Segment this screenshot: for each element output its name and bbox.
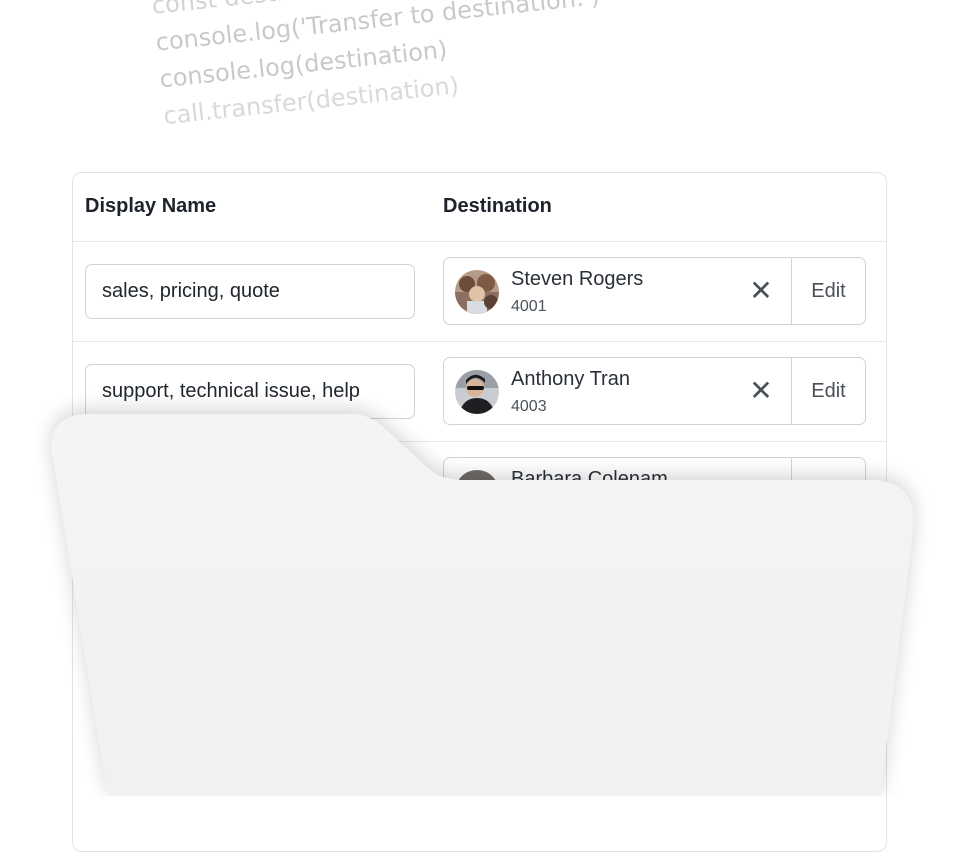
edit-button[interactable]: Edit [791, 458, 865, 524]
destination-name: Steven Rogers [511, 268, 644, 290]
avatar [455, 370, 499, 414]
table-header: Display Name Destination [73, 173, 886, 242]
table-row: support, technical issue, help Anthony T… [73, 342, 886, 442]
destination-picker[interactable]: Barbara Colenam ✕ Edit [443, 457, 866, 525]
table-row: Barbara Colenam ✕ Edit [73, 442, 886, 542]
table-row: sales, pricing, quote Steven Rogers 4001… [73, 242, 886, 342]
keywords-input[interactable]: support, technical issue, help [85, 364, 415, 419]
routing-table: Display Name Destination sales, pricing,… [72, 172, 887, 852]
destination-picker[interactable]: Steven Rogers 4001 ✕ Edit [443, 257, 866, 325]
edit-button[interactable]: Edit [791, 258, 865, 324]
destination-extension: 4003 [511, 398, 547, 415]
background-code: const destination = argsconsole.log('Tra… [150, 0, 609, 135]
keywords-input[interactable] [85, 464, 415, 519]
destination-extension: 4001 [511, 298, 547, 315]
column-header-destination: Destination [443, 195, 552, 217]
destination-name: Anthony Tran [511, 368, 630, 390]
destination-picker[interactable]: Anthony Tran 4003 ✕ Edit [443, 357, 866, 425]
column-header-display-name: Display Name [85, 195, 217, 217]
close-icon[interactable]: ✕ [744, 375, 778, 409]
avatar [455, 270, 499, 314]
avatar [455, 470, 499, 514]
edit-button[interactable]: Edit [791, 358, 865, 424]
keywords-input[interactable]: sales, pricing, quote [85, 264, 415, 319]
close-icon[interactable]: ✕ [744, 475, 778, 509]
destination-name: Barbara Colenam [511, 468, 668, 490]
close-icon[interactable]: ✕ [744, 275, 778, 309]
